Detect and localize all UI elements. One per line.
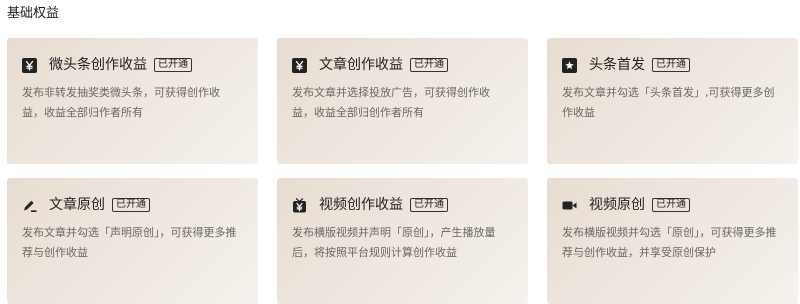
card-title: 视频原创 [589,197,645,213]
card-title: 文章创作收益 [319,57,403,73]
card-micro-headline-revenue[interactable]: 微头条创作收益 已开通 发布非转发抽奖类微头条，可获得创作收益，收益全部归作者所… [7,38,258,164]
section-title: 基础权益 [7,6,60,21]
status-badge: 已开通 [410,58,448,72]
card-video-revenue[interactable]: 视频创作收益 已开通 发布横版视频并声明「原创」，产生播放量后，将按照平台规则计… [277,178,528,304]
card-description: 发布文章并勾选「声明原创」，可获得更多推荐与创作收益 [22,226,237,259]
status-badge: 已开通 [652,58,690,72]
card-title: 文章原创 [49,197,105,213]
card-video-original[interactable]: 视频原创 已开通 发布横版视频并勾选「原创」，可获得更多推荐与创作收益，并享受原… [547,178,798,304]
pen-icon [24,200,37,212]
video-camera-icon [562,201,577,209]
card-description: 发布横版视频并勾选「原创」，可获得更多推荐与创作收益，并享受原创保护 [562,226,777,259]
card-article-original[interactable]: 文章原创 已开通 发布文章并勾选「声明原创」，可获得更多推荐与创作收益 [7,178,258,304]
card-title: 视频创作收益 [319,197,403,213]
card-description: 发布文章并勾选「头条首发」,可获得更多创作收益 [562,86,775,119]
card-header: 视频创作收益 已开通 [292,195,514,215]
tv-yen-icon [293,197,306,212]
star-icon [562,57,577,73]
card-header: 文章原创 已开通 [22,195,244,215]
card-description: 发布非转发抽奖类微头条，可获得创作收益，收益全部归作者所有 [22,86,220,119]
status-badge: 已开通 [410,198,448,212]
card-description: 发布横版视频并声明「原创」，产生播放量后，将按照平台规则计算创作收益 [292,226,496,259]
yen-icon [22,57,37,73]
card-header: 文章创作收益 已开通 [292,55,514,75]
card-article-revenue[interactable]: 文章创作收益 已开通 发布文章并选择投放广告，可获得创作收益，收益全部归创作者所… [277,38,528,164]
card-header: 视频原创 已开通 [562,195,784,215]
status-badge: 已开通 [154,58,192,72]
card-description: 发布文章并选择投放广告，可获得创作收益，收益全部归创作者所有 [292,86,490,119]
card-title: 微头条创作收益 [49,57,147,73]
card-title: 头条首发 [589,57,645,73]
status-badge: 已开通 [652,198,690,212]
yen-icon [292,57,307,73]
status-badge: 已开通 [112,198,150,212]
card-headline-first-release[interactable]: 头条首发 已开通 发布文章并勾选「头条首发」,可获得更多创作收益 [547,38,798,164]
card-header: 微头条创作收益 已开通 [22,55,244,75]
card-header: 头条首发 已开通 [562,55,784,75]
